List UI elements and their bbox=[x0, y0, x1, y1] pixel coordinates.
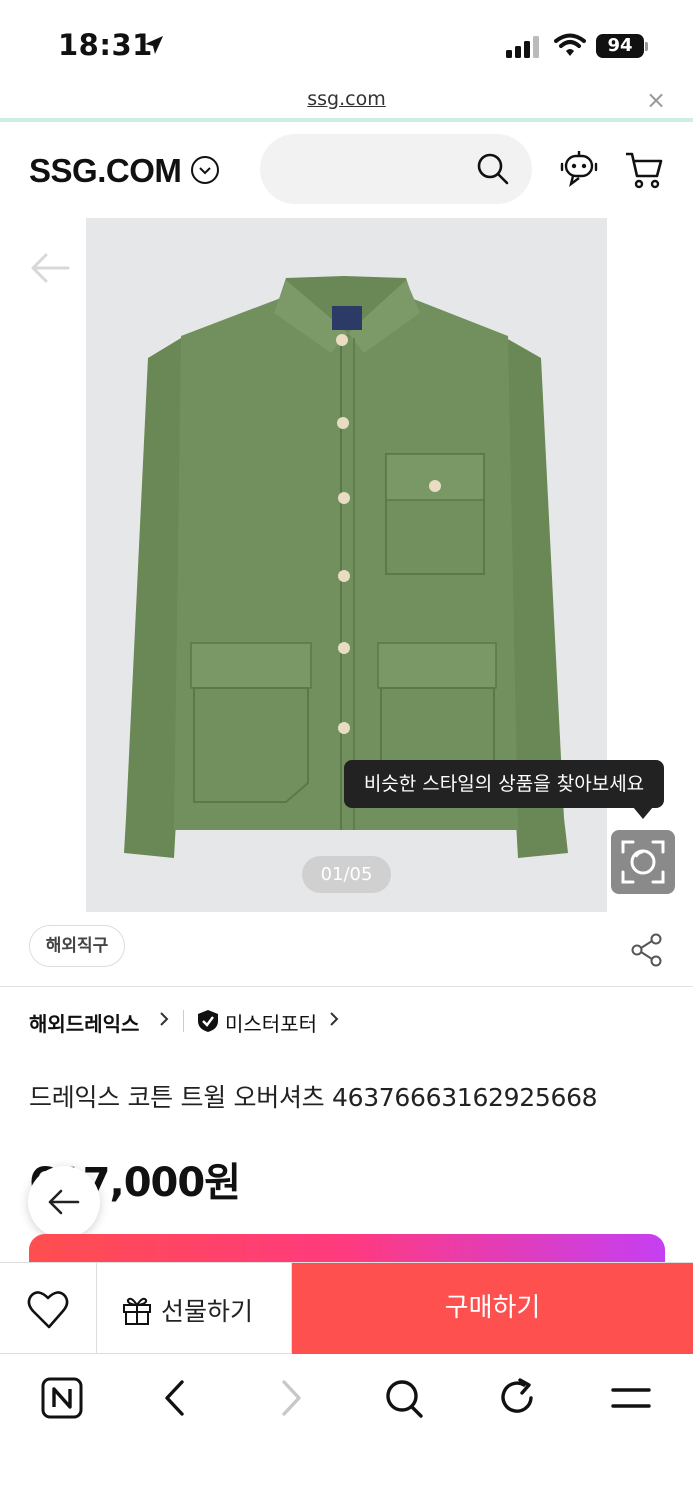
forward-icon bbox=[282, 1380, 301, 1416]
signal-icon bbox=[506, 36, 539, 58]
gift-icon bbox=[123, 1297, 151, 1325]
menu-icon[interactable] bbox=[610, 1376, 652, 1420]
site-header: SSG.COM bbox=[0, 122, 693, 218]
location-arrow-icon bbox=[145, 36, 163, 54]
share-icon[interactable] bbox=[631, 933, 663, 967]
lens-search-button[interactable] bbox=[611, 830, 675, 894]
close-icon[interactable]: × bbox=[646, 86, 666, 114]
wishlist-button[interactable] bbox=[0, 1263, 97, 1354]
purchase-bar: 선물하기 구매하기 bbox=[0, 1262, 693, 1354]
back-arrow-icon bbox=[48, 1189, 80, 1215]
naver-icon[interactable] bbox=[40, 1376, 84, 1420]
ssg-logo[interactable]: SSG.COM bbox=[29, 152, 182, 190]
tooltip-tail bbox=[633, 807, 653, 819]
promo-banner-strip[interactable] bbox=[29, 1234, 665, 1264]
chevron-down-icon[interactable] bbox=[191, 156, 219, 184]
status-bar: 18:31 94 bbox=[0, 0, 693, 90]
floating-back-button[interactable] bbox=[28, 1166, 100, 1238]
lens-tooltip[interactable]: 비슷한 스타일의 상품을 찾아보세요 bbox=[344, 760, 664, 808]
back-arrow-icon[interactable] bbox=[28, 250, 72, 286]
refresh-icon[interactable] bbox=[498, 1376, 538, 1420]
url-bar[interactable]: ssg.com × bbox=[0, 86, 693, 120]
search-icon[interactable] bbox=[384, 1376, 424, 1420]
chevron-right-icon[interactable] bbox=[327, 1006, 341, 1032]
browser-toolbar bbox=[0, 1354, 693, 1500]
status-time: 18:31 bbox=[58, 28, 153, 62]
shield-check-icon bbox=[198, 1010, 218, 1032]
lens-search-icon bbox=[621, 840, 665, 884]
seller-link[interactable]: 미스터포터 bbox=[225, 1008, 317, 1037]
brand-link[interactable]: 해외드레익스 bbox=[29, 1008, 139, 1037]
heart-icon bbox=[27, 1291, 69, 1329]
search-input[interactable] bbox=[260, 134, 532, 204]
battery-tip bbox=[645, 42, 648, 51]
overseas-badge: 해외직구 bbox=[29, 925, 125, 967]
url-text[interactable]: ssg.com bbox=[0, 88, 693, 110]
section-divider bbox=[0, 986, 693, 987]
chevron-right-icon[interactable] bbox=[157, 1006, 171, 1032]
product-title: 드레익스 코튼 트윌 오버셔츠 46376663162925668 bbox=[29, 1083, 598, 1112]
image-counter: 01/05 bbox=[302, 856, 391, 893]
buy-button[interactable]: 구매하기 bbox=[292, 1263, 693, 1354]
wifi-icon bbox=[554, 33, 586, 56]
cart-icon[interactable] bbox=[624, 150, 664, 190]
gift-label: 선물하기 bbox=[161, 1297, 254, 1326]
gift-button[interactable]: 선물하기 bbox=[97, 1263, 292, 1354]
brand-separator bbox=[183, 1010, 184, 1032]
search-icon[interactable] bbox=[476, 152, 510, 186]
chatbot-icon[interactable] bbox=[559, 148, 599, 188]
battery-icon: 94 bbox=[596, 34, 644, 58]
back-icon[interactable] bbox=[160, 1376, 190, 1420]
